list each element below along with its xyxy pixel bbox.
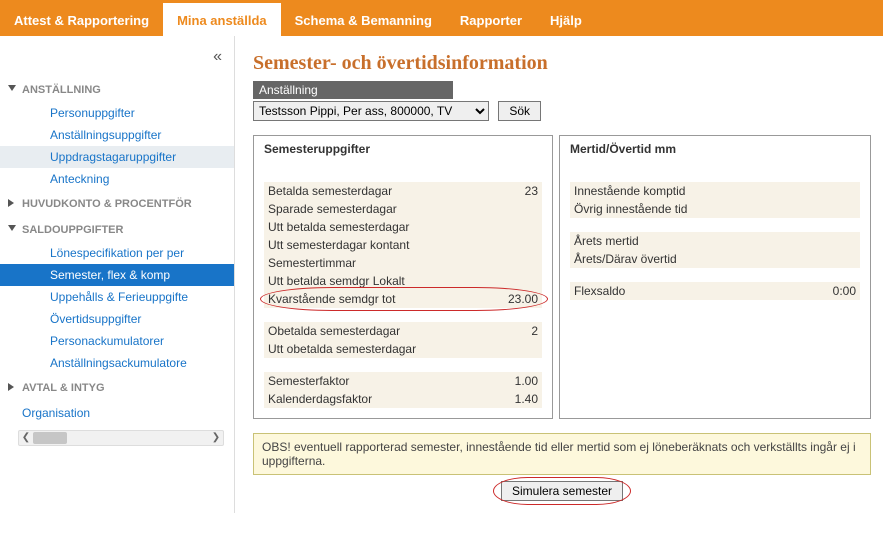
sidebar-group-huvudkonto[interactable]: HUVUDKONTO & PROCENTFÖR	[0, 192, 234, 216]
tab-attest[interactable]: Attest & Rapportering	[0, 3, 163, 36]
sidebar-group-label: ANSTÄLLNING	[22, 84, 101, 96]
scroll-left-icon[interactable]: ❮	[20, 432, 32, 444]
table-row: Obetalda semesterdagar2	[264, 322, 542, 340]
tab-hjalp[interactable]: Hjälp	[536, 3, 596, 36]
chevron-right-icon	[8, 383, 14, 391]
sidebar-group-saldouppgifter[interactable]: SALDOUPPGIFTER	[0, 218, 234, 242]
table-row: Kalenderdagsfaktor1.40	[264, 390, 542, 408]
sidebar-item-anteckning[interactable]: Anteckning	[0, 168, 234, 190]
tab-mina-anstallda[interactable]: Mina anställda	[163, 3, 281, 36]
table-row: Utt betalda semesterdagar	[264, 218, 542, 236]
scrollbar-thumb[interactable]	[33, 432, 67, 444]
sidebar-item-semester-flex-komp[interactable]: Semester, flex & komp	[0, 264, 234, 286]
table-row: Utt semesterdagar kontant	[264, 236, 542, 254]
sidebar-item-anstallningsackumulatorer[interactable]: Anställningsackumulatore	[0, 352, 234, 374]
table-row-kvarstaende: Kvarstående semdgr tot23.00	[264, 290, 542, 308]
sidebar-item-lonespecifikation[interactable]: Lönespecifikation per per	[0, 242, 234, 264]
info-note: OBS! eventuell rapporterad semester, inn…	[253, 433, 871, 475]
section-label-anstallning: Anställning	[253, 81, 453, 99]
sidebar-item-uppehalls[interactable]: Uppehålls & Ferieuppgifte	[0, 286, 234, 308]
sidebar-item-uppdragstagaruppgifter[interactable]: Uppdragstagaruppgifter	[0, 146, 234, 168]
top-nav: Attest & Rapportering Mina anställda Sch…	[0, 0, 883, 36]
chevron-down-icon	[8, 85, 16, 91]
sidebar: « ANSTÄLLNING Personuppgifter Anställnin…	[0, 36, 235, 513]
table-row: Årets mertid	[570, 232, 860, 250]
sidebar-item-organisation[interactable]: Organisation	[0, 402, 234, 424]
sidebar-collapse-icon[interactable]: «	[0, 44, 234, 78]
table-row: Övrig innestående tid	[570, 200, 860, 218]
table-row: Innestående komptid	[570, 182, 860, 200]
panel-title: Mertid/Övertid mm	[570, 142, 860, 156]
sidebar-horizontal-scrollbar[interactable]: ❮ ❯	[18, 430, 224, 446]
scroll-right-icon[interactable]: ❯	[210, 432, 222, 444]
tab-rapporter[interactable]: Rapporter	[446, 3, 536, 36]
sidebar-group-avtal-intyg[interactable]: AVTAL & INTYG	[0, 376, 234, 400]
panel-mertid-overtid: Mertid/Övertid mm Innestående komptid Öv…	[559, 135, 871, 419]
table-row: Flexsaldo0:00	[570, 282, 860, 300]
search-button[interactable]: Sök	[498, 101, 541, 121]
table-row: Semestertimmar	[264, 254, 542, 272]
table-row: Semesterfaktor1.00	[264, 372, 542, 390]
sidebar-group-label: AVTAL & INTYG	[22, 382, 105, 394]
table-row: Utt obetalda semesterdagar	[264, 340, 542, 358]
panel-title: Semesteruppgifter	[264, 142, 542, 156]
employee-select[interactable]: Testsson Pippi, Per ass, 800000, TV	[253, 101, 489, 121]
main-content: Semester- och övertidsinformation Anstäl…	[235, 36, 883, 513]
sidebar-item-personuppgifter[interactable]: Personuppgifter	[0, 102, 234, 124]
sidebar-item-anstallningsuppgifter[interactable]: Anställningsuppgifter	[0, 124, 234, 146]
sidebar-group-label: SALDOUPPGIFTER	[22, 224, 123, 236]
chevron-down-icon	[8, 225, 16, 231]
panel-semesteruppgifter: Semesteruppgifter Betalda semesterdagar2…	[253, 135, 553, 419]
table-row: Sparade semesterdagar	[264, 200, 542, 218]
chevron-right-icon	[8, 199, 14, 207]
simulate-semester-button[interactable]: Simulera semester	[501, 481, 623, 501]
table-row: Årets/Därav övertid	[570, 250, 860, 268]
table-row: Betalda semesterdagar23	[264, 182, 542, 200]
table-row: Utt betalda semdgr Lokalt	[264, 272, 542, 290]
sidebar-group-anstallning[interactable]: ANSTÄLLNING	[0, 78, 234, 102]
tab-schema[interactable]: Schema & Bemanning	[281, 3, 446, 36]
sidebar-item-personackumulatorer[interactable]: Personackumulatorer	[0, 330, 234, 352]
page-title: Semester- och övertidsinformation	[253, 52, 871, 75]
sidebar-group-label: HUVUDKONTO & PROCENTFÖR	[22, 198, 192, 210]
sidebar-item-overtidsuppgifter[interactable]: Övertidsuppgifter	[0, 308, 234, 330]
